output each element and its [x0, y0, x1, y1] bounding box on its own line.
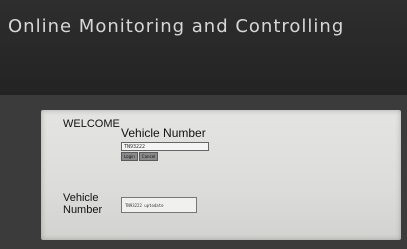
cancel-button[interactable]: Cancel [138, 152, 159, 161]
vehicle-number-input[interactable]: TN93222 [121, 142, 209, 151]
welcome-heading: WELCOME [63, 118, 120, 130]
result-vehicle-number-label: Vehicle Number [63, 192, 103, 216]
login-button-row: Login Cancel [121, 152, 221, 161]
login-button[interactable]: Login [121, 152, 138, 161]
screen: Online Monitoring and Controlling WELCOM… [0, 0, 407, 249]
app-header: Online Monitoring and Controlling [0, 0, 407, 95]
login-form: Vehicle Number TN93222 Login Cancel [121, 126, 221, 161]
result-vehicle-number-value: TN93222 uptodate [121, 197, 197, 213]
vehicle-number-label: Vehicle Number [121, 126, 206, 140]
welcome-panel: WELCOME Vehicle Number TN93222 Login Can… [41, 110, 401, 240]
app-title: Online Monitoring and Controlling [8, 16, 345, 37]
